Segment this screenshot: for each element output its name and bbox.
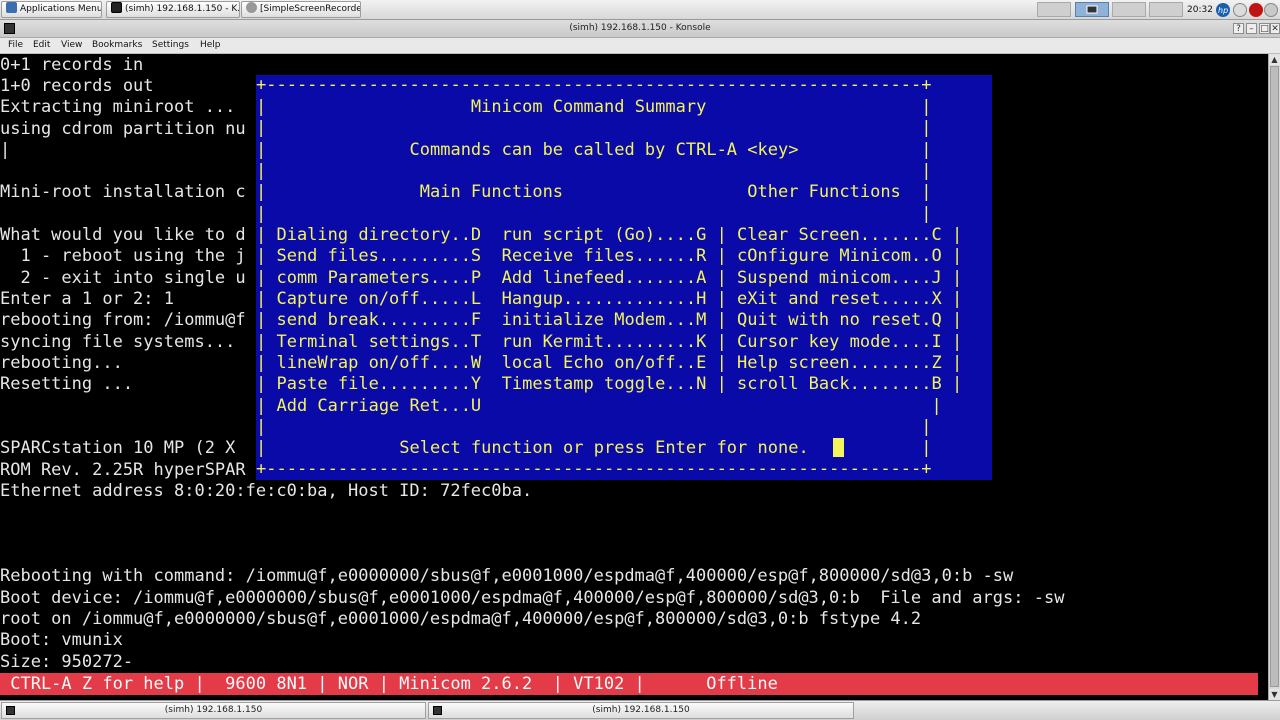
command-row: | Add Carriage Ret...U | <box>256 396 942 416</box>
text-cursor <box>833 438 844 457</box>
terminal-line: 1 - reboot using the j <box>0 246 246 266</box>
window-thumbnail-icon <box>1086 5 1098 14</box>
terminal-line: 1+0 records out <box>0 76 154 96</box>
menu-edit[interactable]: Edit <box>33 38 50 53</box>
applications-menu-button[interactable]: Applications Menu <box>1 1 102 18</box>
applications-menu-icon <box>6 2 17 13</box>
scroll-down-arrow-icon[interactable]: ▼ <box>1269 689 1280 700</box>
terminal-line: SPARCstation 10 MP (2 X <box>0 438 246 458</box>
applications-menu-label: Applications Menu <box>20 4 102 14</box>
command-row: | Terminal settings..T run Kermit.......… <box>256 332 963 352</box>
dialog-border-bottom: +---------------------------------------… <box>256 459 932 479</box>
dialog-prompt: | Select function or press Enter for non… <box>256 438 932 458</box>
command-row: | send break.........F initialize Modem.… <box>256 310 963 330</box>
task-recorder-button[interactable]: [SimpleScreenRecorder] <box>241 1 361 18</box>
dialog-line: | | <box>256 204 932 224</box>
terminal-line: Enter a 1 or 2: 1 <box>0 289 174 309</box>
terminal-line: | <box>0 140 11 160</box>
terminal-icon <box>111 2 122 13</box>
dialog-border-top: +---------------------------------------… <box>256 75 932 95</box>
terminal-line: rebooting from: /iommu@f <box>0 310 246 330</box>
terminal-line: Boot: vmunix <box>0 630 123 650</box>
terminal-line: Extracting miniroot ... <box>0 97 246 117</box>
terminal-line: Resetting ... <box>0 374 134 394</box>
menu-view[interactable]: View <box>61 38 82 53</box>
taskbar-window-button-2[interactable]: (simh) 192.168.1.150 <box>428 702 854 719</box>
task-recorder-label: [SimpleScreenRecorder] <box>260 4 361 14</box>
svg-text:hp: hp <box>1218 6 1228 15</box>
terminal-line: 2 - exit into single u <box>0 268 246 288</box>
dialog-subtitle: | Commands can be called by CTRL-A <key>… <box>256 140 932 160</box>
network-icon[interactable] <box>1233 3 1247 17</box>
dialog-line: | | <box>256 417 932 437</box>
hp-icon[interactable]: hp <box>1216 3 1230 17</box>
menu-file[interactable]: File <box>8 38 23 53</box>
menu-help[interactable]: Help <box>200 38 221 53</box>
menu-bookmarks[interactable]: Bookmarks <box>92 38 142 53</box>
dialog-section-headers: | Main Functions Other Functions | <box>256 182 932 202</box>
terminal-line: What would you like to d <box>0 225 246 245</box>
recorder-icon <box>246 2 257 13</box>
workspace-1[interactable] <box>1037 2 1071 17</box>
terminal-line: using cdrom partition nu <box>0 119 246 139</box>
minicom-command-summary-dialog: +---------------------------------------… <box>256 75 992 480</box>
scroll-up-arrow-icon[interactable]: ▲ <box>1269 54 1280 65</box>
taskbar-window-label: (simh) 192.168.1.150 <box>592 705 690 715</box>
minimize-button[interactable]: – <box>1246 23 1257 34</box>
terminal-line: 0+1 records in <box>0 55 144 75</box>
terminal-line: Mini-root installation c <box>0 182 246 202</box>
close-button[interactable]: ✕ <box>1270 23 1280 34</box>
command-row: | lineWrap on/off....W local Echo on/off… <box>256 353 963 373</box>
taskbar-window-button-1[interactable]: (simh) 192.168.1.150 <box>1 702 426 719</box>
terminal-scrollbar[interactable]: ▲ ▼ <box>1268 54 1280 700</box>
maximize-button[interactable]: □ <box>1259 23 1270 34</box>
terminal-line: root on /iommu@f,e0000000/sbus@f,e000100… <box>0 609 922 629</box>
menu-settings[interactable]: Settings <box>152 38 189 53</box>
scrollbar-thumb[interactable] <box>1270 66 1279 687</box>
window-title: (simh) 192.168.1.150 - Konsole <box>569 23 711 33</box>
command-row: | Send files.........S Receive files....… <box>256 246 963 266</box>
window-title-bar[interactable]: (simh) 192.168.1.150 - Konsole ? – □ ✕ <box>0 20 1280 38</box>
help-button[interactable]: ? <box>1233 23 1244 34</box>
menu-bar: File Edit View Bookmarks Settings Help <box>0 38 1280 54</box>
minicom-status-bar: CTRL-A Z for help | 9600 8N1 | NOR | Min… <box>0 673 1258 695</box>
dialog-line: | | <box>256 118 932 138</box>
terminal-line: syncing file systems... <box>0 332 246 352</box>
top-panel: Applications Menu (simh) 192.168.1.150 -… <box>0 0 1280 20</box>
record-icon[interactable] <box>1249 3 1263 17</box>
bottom-taskbar: (simh) 192.168.1.150 (simh) 192.168.1.15… <box>0 700 1280 720</box>
power-icon[interactable] <box>1264 3 1278 17</box>
task-konsole-button[interactable]: (simh) 192.168.1.150 - K... <box>106 1 240 18</box>
workspace-4[interactable] <box>1149 2 1183 17</box>
terminal-line: Size: 950272- <box>0 652 134 672</box>
task-konsole-label: (simh) 192.168.1.150 - K... <box>125 4 240 14</box>
dialog-title: | Minicom Command Summary | <box>256 97 932 117</box>
terminal-line: rebooting... <box>0 353 123 373</box>
dialog-line: | | <box>256 161 932 181</box>
hp-glyph: hp <box>1218 6 1228 15</box>
command-row: | Paste file.........Y Timestamp toggle.… <box>256 374 963 394</box>
workspace-2[interactable] <box>1075 2 1109 17</box>
status-text: CTRL-A Z for help | 9600 8N1 | NOR | Min… <box>0 674 778 694</box>
terminal-line: ROM Rev. 2.25R hyperSPAR <box>0 460 246 480</box>
command-row: | comm Parameters....P Add linefeed.....… <box>256 268 963 288</box>
terminal-line: Ethernet address 8:0:20:fe:c0:ba, Host I… <box>0 481 533 501</box>
workspace-3[interactable] <box>1112 2 1146 17</box>
terminal-line: Boot device: /iommu@f,e0000000/sbus@f,e0… <box>0 588 1065 608</box>
command-row: | Dialing directory..D run script (Go)..… <box>256 225 963 245</box>
clock[interactable]: 20:32 <box>1186 0 1214 20</box>
terminal-line: Rebooting with command: /iommu@f,e000000… <box>0 566 1014 586</box>
command-row: | Capture on/off.....L Hangup...........… <box>256 289 963 309</box>
taskbar-window-label: (simh) 192.168.1.150 <box>164 705 263 715</box>
